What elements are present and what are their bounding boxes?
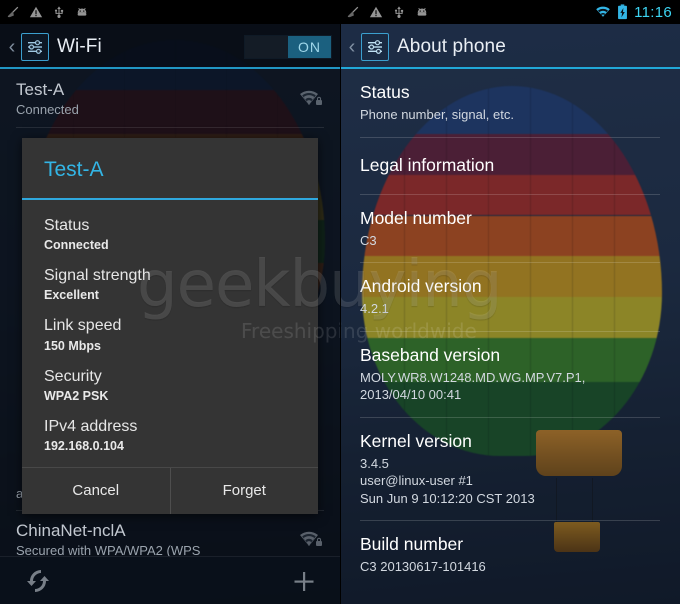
sd-card-icon <box>347 6 359 18</box>
page-title: About phone <box>397 35 506 57</box>
list-item[interactable]: Kernel version 3.4.5 user@linux-user #1 … <box>360 416 660 521</box>
wifi-details-dialog: Test-A Status Connected Signal strength … <box>22 138 318 514</box>
list-item[interactable]: ChinaNet-nclA Secured with WPA/WPA2 (WPS <box>16 510 324 558</box>
android-robot-icon <box>417 7 427 16</box>
list-item[interactable]: Baseband version MOLY.WR8.W1248.MD.WG.MP… <box>360 330 660 417</box>
detail-label: Link speed <box>44 317 122 335</box>
list-item[interactable]: Model number C3 <box>360 193 660 263</box>
left-phone-screen: ‹ Wi-Fi ON Test-A Connected ChinaNet-ncl… <box>0 0 340 604</box>
item-subtitle: 4.2.1 <box>360 301 389 317</box>
wifi-bottom-bar <box>0 556 340 604</box>
detail-row: Signal strength Excellent <box>44 260 296 310</box>
settings-sliders-icon <box>21 32 49 61</box>
detail-label: Status <box>44 217 90 234</box>
item-title: Legal information <box>360 154 495 175</box>
switch-label-on: ON <box>288 35 331 58</box>
action-bar-right: ‹ About phone <box>340 24 680 69</box>
back-icon[interactable]: ‹ <box>5 37 19 57</box>
screenshot-root: ‹ Wi-Fi ON Test-A Connected ChinaNet-ncl… <box>0 0 680 604</box>
detail-row: Status Connected <box>44 210 296 260</box>
detail-label: Signal strength <box>44 267 151 285</box>
detail-row: IPv4 address 192.168.0.104 <box>44 411 296 461</box>
detail-label: IPv4 address <box>44 417 138 435</box>
dialog-title: Test-A <box>44 158 104 181</box>
detail-value: Excellent <box>44 288 99 303</box>
usb-icon <box>394 6 404 18</box>
wifi-secured-icon <box>300 531 322 546</box>
page-title: Wi-Fi <box>57 35 102 57</box>
item-subtitle: C3 <box>360 232 377 248</box>
item-subtitle: MOLY.WR8.W1248.MD.WG.MP.V7.P1, 2013/04/1… <box>360 369 586 403</box>
item-title: Build number <box>360 534 464 555</box>
warning-icon <box>369 6 383 18</box>
detail-value: 150 Mbps <box>44 338 101 353</box>
item-subtitle: C3 20130617-101416 <box>360 559 486 575</box>
android-robot-icon <box>77 7 87 16</box>
item-title: Model number <box>360 207 472 228</box>
warning-icon <box>29 6 43 18</box>
detail-value: WPA2 PSK <box>44 388 109 403</box>
cancel-button[interactable]: Cancel <box>22 468 170 514</box>
item-title: Status <box>360 82 410 102</box>
item-title: Android version <box>360 276 482 297</box>
forget-button[interactable]: Forget <box>169 467 319 514</box>
status-bar-left <box>0 0 340 24</box>
item-subtitle: Phone number, signal, etc. <box>360 107 514 122</box>
settings-sliders-icon <box>361 32 389 61</box>
detail-row: Security WPA2 PSK <box>44 361 296 411</box>
status-bar-right: 11:16 <box>340 0 680 24</box>
clock: 11:16 <box>634 3 672 21</box>
item-subtitle: 3.4.5 user@linux-user #1 Sun Jun 9 10:12… <box>360 455 535 506</box>
dialog-buttons: Cancel Forget <box>22 467 319 514</box>
sd-card-icon <box>7 6 19 18</box>
detail-value: 192.168.0.104 <box>44 438 124 453</box>
detail-row: Link speed 150 Mbps <box>44 310 296 360</box>
list-item[interactable]: Android version 4.2.1 <box>360 262 660 331</box>
list-item[interactable]: Build number C3 20130617-101416 <box>360 520 660 589</box>
network-status: Connected <box>16 101 79 117</box>
right-phone-screen: 11:16 ‹ About phone Status Phone number,… <box>340 0 680 604</box>
list-item[interactable]: Legal information <box>360 136 660 194</box>
wifi-icon <box>596 6 610 17</box>
battery-charging-icon <box>618 4 628 20</box>
wifi-toggle-switch[interactable]: ON <box>244 34 332 59</box>
network-ssid: Test-A <box>16 80 65 99</box>
plus-icon[interactable] <box>284 566 324 596</box>
about-phone-list: Status Phone number, signal, etc. Legal … <box>340 69 680 589</box>
switch-track-off <box>245 35 288 58</box>
list-item[interactable]: Status Phone number, signal, etc. <box>360 69 660 137</box>
panel-divider <box>340 0 341 604</box>
refresh-scan-icon[interactable] <box>18 566 58 596</box>
wifi-secured-icon <box>300 90 322 105</box>
network-ssid: ChinaNet-nclA <box>16 521 126 540</box>
detail-label: Security <box>44 367 102 385</box>
usb-icon <box>54 6 64 18</box>
item-title: Kernel version <box>360 430 472 451</box>
detail-value: Connected <box>44 238 109 253</box>
back-icon[interactable]: ‹ <box>345 37 359 57</box>
list-item[interactable]: Test-A Connected <box>16 69 324 127</box>
action-bar-left: ‹ Wi-Fi ON <box>0 24 340 69</box>
dialog-detail-list: Status Connected Signal strength Excelle… <box>22 200 318 467</box>
item-title: Baseband version <box>360 344 501 365</box>
